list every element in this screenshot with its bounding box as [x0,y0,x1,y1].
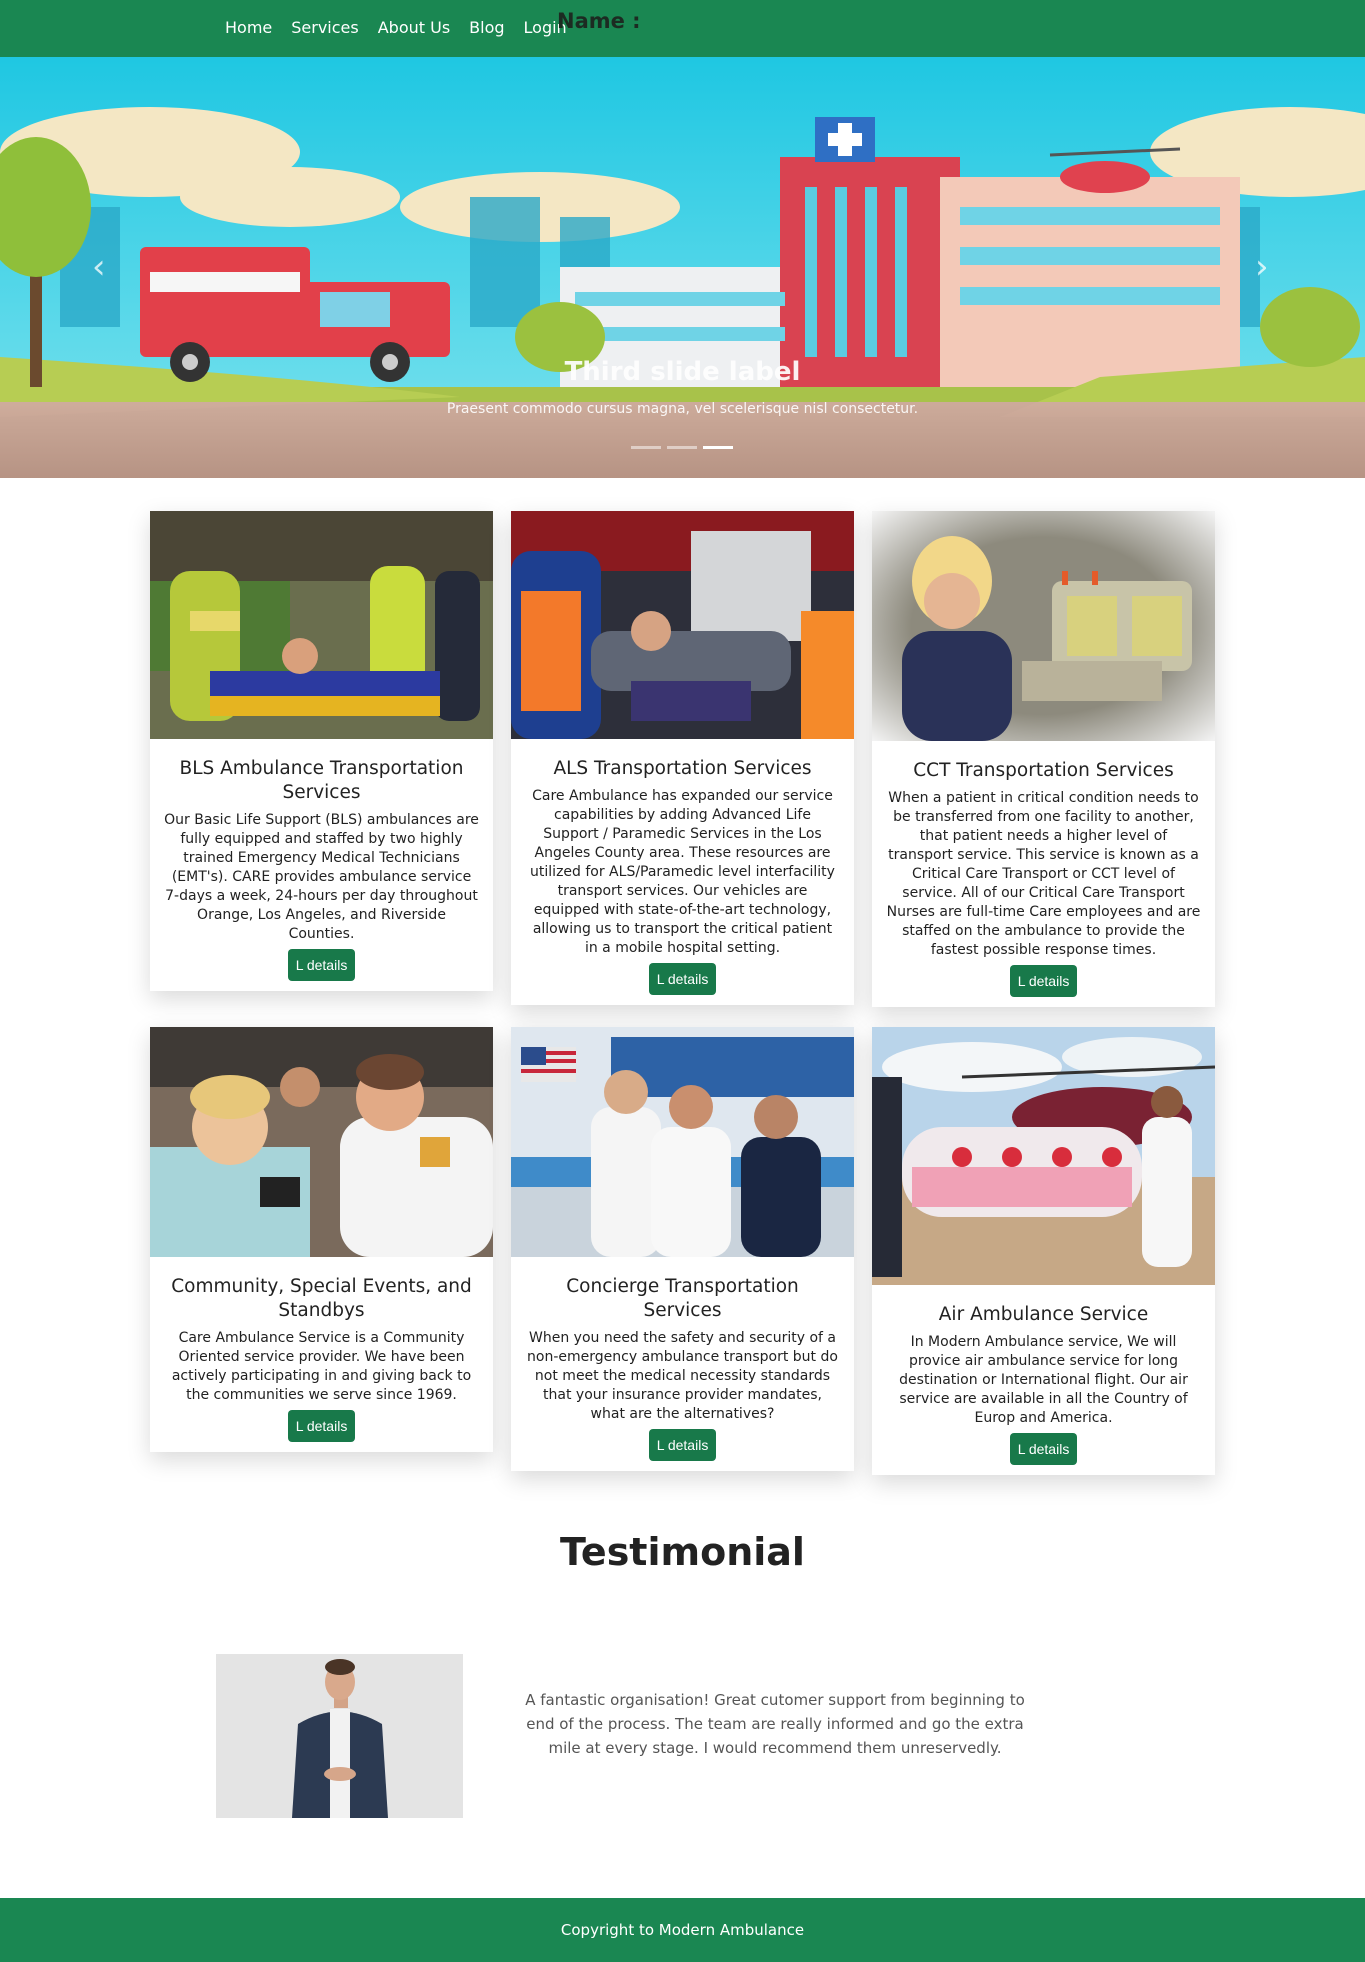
user-name-label: Name : [557,9,641,33]
details-button[interactable]: L details [1009,1433,1078,1465]
card-title: Community, Special Events, and Standbys [171,1276,472,1321]
card-image-air [872,1027,1215,1285]
card-text: When you need the safety and security of… [527,1330,838,1422]
service-card-community: Community, Special Events, and Standbys … [150,1027,493,1452]
nav-link-home[interactable]: Home [225,18,272,37]
testimonial-quote: A fantastic organisation! Great cutomer … [525,1691,1025,1757]
testimonial-avatar [216,1654,463,1818]
card-text: Care Ambulance Service is a Community Or… [171,1330,472,1403]
details-button[interactable]: L details [287,1410,356,1442]
carousel-indicators [631,446,733,449]
carousel-caption-title: Third slide label [564,357,801,387]
card-image-cct [872,511,1215,741]
service-card-concierge: Concierge Transportation Services When y… [511,1027,854,1471]
carousel-indicator-3[interactable] [703,446,733,449]
avatar-image [216,1654,463,1818]
card-title: Concierge Transportation Services [566,1276,799,1321]
details-button[interactable]: L details [648,1429,717,1461]
card-title: CCT Transportation Services [913,760,1174,781]
details-button[interactable]: L details [287,949,356,981]
card-title: Air Ambulance Service [938,1304,1149,1325]
card-image-concierge [511,1027,854,1257]
hero-carousel: ‹ › Third slide label Praesent commodo c… [0,57,1365,478]
card-text: Care Ambulance has expanded our service … [530,788,835,956]
card-text: In Modern Ambulance service, We will pro… [899,1334,1188,1426]
nav-link-blog[interactable]: Blog [469,18,504,37]
navbar: Home Services About Us Blog Login Name : [0,0,1365,57]
testimonial-heading: Testimonial [560,1530,805,1574]
details-button[interactable]: L details [1009,965,1078,997]
card-title: BLS Ambulance Transportation Services [179,758,464,803]
chevron-left-icon[interactable]: ‹ [92,247,106,287]
service-card-cct: CCT Transportation Services When a patie… [872,511,1215,1007]
chevron-right-icon[interactable]: › [1255,247,1269,287]
service-card-als: ALS Transportation Services Care Ambulan… [511,511,854,1005]
card-title: ALS Transportation Services [553,758,812,779]
card-text: When a patient in critical condition nee… [886,790,1201,958]
carousel-indicator-2[interactable] [667,446,697,449]
card-image-community [150,1027,493,1257]
nav-link-services[interactable]: Services [291,18,358,37]
card-image-als [511,511,854,739]
carousel-indicator-1[interactable] [631,446,661,449]
details-button[interactable]: L details [648,963,717,995]
service-card-bls: BLS Ambulance Transportation Services Ou… [150,511,493,991]
footer: Copyright to Modern Ambulance [0,1898,1365,1962]
service-card-air: Air Ambulance Service In Modern Ambulanc… [872,1027,1215,1475]
card-text: Our Basic Life Support (BLS) ambulances … [164,812,479,942]
card-image-bls [150,511,493,739]
nav-links: Home Services About Us Blog Login [225,18,586,37]
nav-link-about-us[interactable]: About Us [378,18,450,37]
carousel-caption-text: Praesent commodo cursus magna, vel scele… [446,401,919,417]
footer-copyright: Copyright to Modern Ambulance [560,1921,805,1939]
